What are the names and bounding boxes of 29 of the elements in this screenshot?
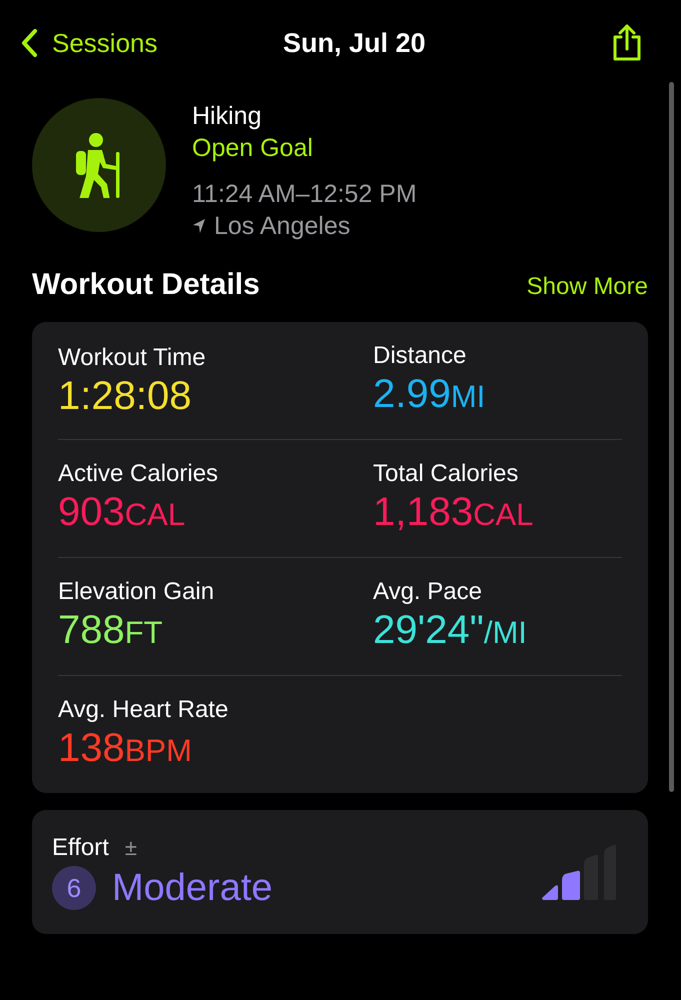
metric-value: 1:28:08: [58, 372, 192, 418]
metric-value: 2.99MI: [373, 371, 486, 418]
chevron-left-icon: [20, 28, 38, 58]
workout-goal: Open Goal: [192, 133, 314, 164]
section-title: Workout Details: [32, 268, 260, 302]
metric-label: Workout Time: [58, 342, 207, 372]
metric-value: 903CAL: [58, 489, 186, 536]
share-icon[interactable]: [610, 23, 643, 63]
metric-value: 788FT: [58, 607, 164, 654]
metric-label: Avg. Pace: [373, 577, 483, 607]
effort-rating: Moderate: [112, 866, 273, 910]
effort-label: Effort: [52, 834, 109, 862]
metric-value: 1,183CAL: [373, 489, 534, 536]
metric-value: 29'24"/MI: [373, 607, 528, 654]
workout-location: Los Angeles: [214, 211, 350, 242]
workout-type: Hiking: [192, 101, 262, 132]
adjust-icon[interactable]: ±: [124, 835, 137, 861]
workout-time-range: 11:24 AM–12:52 PM: [192, 179, 417, 210]
metric-value: 138BPM: [58, 725, 193, 772]
metric-label: Elevation Gain: [58, 577, 216, 607]
location-arrow-icon: [192, 218, 206, 234]
metric-label: Avg. Heart Rate: [58, 695, 230, 725]
metric-label: Distance: [373, 341, 468, 371]
show-more-link[interactable]: Show More: [526, 273, 648, 301]
effort-score: 6: [52, 866, 96, 910]
back-button[interactable]: Sessions: [20, 28, 158, 58]
metric-label: Active Calories: [58, 459, 220, 489]
metric-label: Total Calories: [373, 459, 520, 489]
page-title: Sun, Jul 20: [282, 28, 426, 58]
